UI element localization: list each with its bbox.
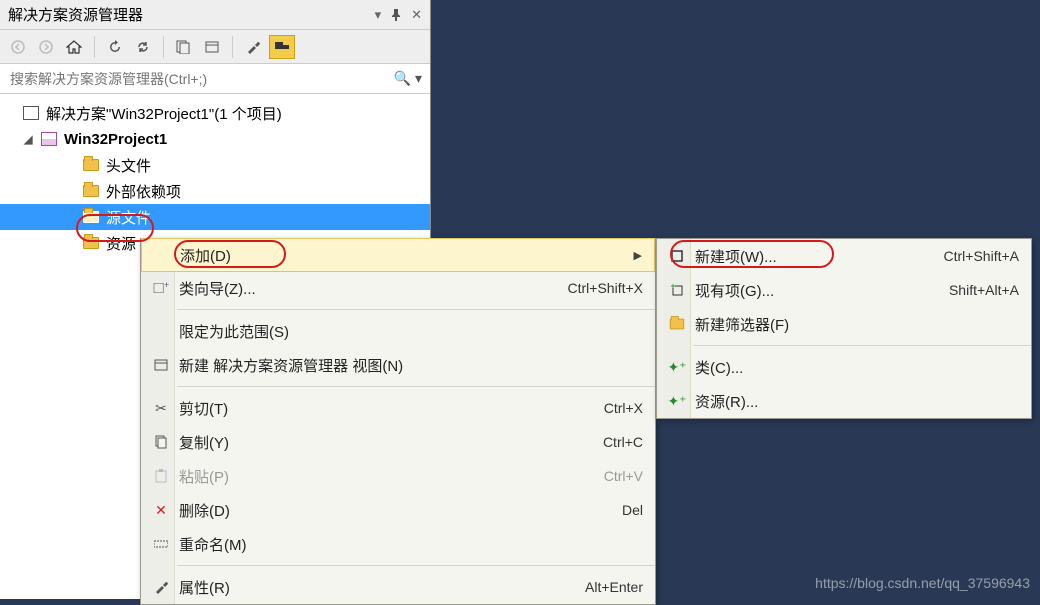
home-icon[interactable] [62, 35, 86, 59]
nav-fwd-icon[interactable] [34, 35, 58, 59]
menu-newfilter[interactable]: 新建筛选器(F) [657, 307, 1031, 341]
folder-icon [82, 235, 100, 251]
menu-copy[interactable]: 复制(Y) Ctrl+C [141, 425, 655, 459]
solution-icon [22, 105, 40, 121]
panel-title-text: 解决方案资源管理器 [8, 4, 143, 25]
menu-classwizard[interactable]: 🞎⁺ 类向导(Z)... Ctrl+Shift+X [141, 271, 655, 305]
menu-add[interactable]: 添加(D) ▶ [141, 238, 655, 272]
expand-icon[interactable]: ◢ [24, 133, 32, 146]
folder-icon [82, 157, 100, 173]
menu-cut[interactable]: ✂ 剪切(T) Ctrl+X [141, 391, 655, 425]
paste-icon [147, 469, 175, 483]
menu-label: 粘贴(P) [175, 466, 604, 487]
menu-label: 剪切(T) [175, 398, 604, 419]
menu-label: 类向导(Z)... [175, 278, 568, 299]
cut-icon: ✂ [147, 400, 175, 417]
tree: 解决方案"Win32Project1"(1 个项目) ◢ Win32Projec… [0, 94, 430, 256]
menu-shortcut: Ctrl+V [604, 468, 643, 484]
menu-rename[interactable]: 重命名(M) [141, 527, 655, 561]
menu-existingitem[interactable]: 现有项(G)... Shift+Alt+A [657, 273, 1031, 307]
close-icon[interactable]: ✕ [411, 7, 422, 23]
menu-label: 添加(D) [176, 245, 626, 266]
menu-delete[interactable]: ✕ 删除(D) Del [141, 493, 655, 527]
menu-label: 新建 解决方案资源管理器 视图(N) [175, 355, 643, 376]
search-input[interactable] [8, 70, 394, 88]
folder-headers[interactable]: 头文件 [0, 152, 430, 178]
menu-label: 资源(R)... [691, 391, 1019, 412]
menu-label: 复制(Y) [175, 432, 603, 453]
folder-icon [82, 183, 100, 199]
folder-label: 资源 [106, 233, 136, 254]
filter-icon [663, 318, 691, 330]
search-box[interactable]: 🔍 ▾ [0, 64, 430, 94]
menu-shortcut: Alt+Enter [585, 579, 643, 595]
menu-label: 删除(D) [175, 500, 622, 521]
sync-icon[interactable] [131, 35, 155, 59]
show-all-icon[interactable] [172, 35, 196, 59]
menu-newview[interactable]: 新建 解决方案资源管理器 视图(N) [141, 348, 655, 382]
wrench-icon [147, 580, 175, 594]
resource-icon: ✦⁺ [663, 393, 691, 410]
menu-shortcut: Ctrl+Shift+X [568, 280, 643, 296]
menu-class[interactable]: ✦⁺ 类(C)... [657, 350, 1031, 384]
pin-icon[interactable] [391, 9, 401, 21]
folder-source[interactable]: 源文件 [0, 204, 430, 230]
menu-newitem[interactable]: 新建项(W)... Ctrl+Shift+A [657, 239, 1031, 273]
newitem-icon [663, 249, 691, 263]
menu-label: 属性(R) [175, 577, 585, 598]
classwiz-icon: 🞎⁺ [147, 280, 175, 297]
solution-node[interactable]: 解决方案"Win32Project1"(1 个项目) [0, 100, 430, 126]
delete-icon: ✕ [147, 502, 175, 519]
dropdown-icon[interactable]: ▾ [375, 7, 382, 23]
project-label: Win32Project1 [64, 131, 167, 148]
rename-icon [147, 539, 175, 549]
menu-label: 限定为此范围(S) [175, 321, 643, 342]
solution-label: 解决方案"Win32Project1"(1 个项目) [46, 103, 282, 124]
panel-titlebar: 解决方案资源管理器 ▾ ✕ [0, 0, 430, 30]
refresh-icon[interactable] [103, 35, 127, 59]
search-icon[interactable]: 🔍 ▾ [394, 70, 422, 87]
menu-paste: 粘贴(P) Ctrl+V [141, 459, 655, 493]
folder-icon [82, 209, 100, 225]
class-icon: ✦⁺ [663, 359, 691, 376]
folder-label: 外部依赖项 [106, 181, 181, 202]
menu-shortcut: Del [622, 502, 643, 518]
copy-icon [147, 435, 175, 449]
project-icon [40, 131, 58, 147]
folder-label: 源文件 [106, 207, 151, 228]
menu-shortcut: Ctrl+Shift+A [944, 248, 1019, 264]
context-menu-main: 添加(D) ▶ 🞎⁺ 类向导(Z)... Ctrl+Shift+X 限定为此范围… [140, 238, 656, 605]
menu-scope[interactable]: 限定为此范围(S) [141, 314, 655, 348]
menu-label: 新建筛选器(F) [691, 314, 1019, 335]
menu-shortcut: Ctrl+X [604, 400, 643, 416]
collapse-icon[interactable] [200, 35, 224, 59]
menu-resource[interactable]: ✦⁺ 资源(R)... [657, 384, 1031, 418]
preview-selected-icon[interactable] [269, 35, 295, 59]
project-node[interactable]: ◢ Win32Project1 [0, 126, 430, 152]
properties-icon[interactable] [241, 35, 265, 59]
menu-label: 类(C)... [691, 357, 1019, 378]
existing-icon [663, 283, 691, 297]
toolbar [0, 30, 430, 64]
menu-shortcut: Ctrl+C [603, 434, 643, 450]
watermark: https://blog.csdn.net/qq_37596943 [815, 575, 1030, 591]
newview-icon [147, 358, 175, 372]
menu-label: 现有项(G)... [691, 280, 949, 301]
submenu-arrow-icon: ▶ [634, 249, 642, 262]
menu-label: 重命名(M) [175, 534, 643, 555]
context-menu-add: 新建项(W)... Ctrl+Shift+A 现有项(G)... Shift+A… [656, 238, 1032, 419]
menu-label: 新建项(W)... [691, 246, 944, 267]
menu-shortcut: Shift+Alt+A [949, 282, 1019, 298]
nav-back-icon[interactable] [6, 35, 30, 59]
folder-label: 头文件 [106, 155, 151, 176]
folder-external[interactable]: 外部依赖项 [0, 178, 430, 204]
